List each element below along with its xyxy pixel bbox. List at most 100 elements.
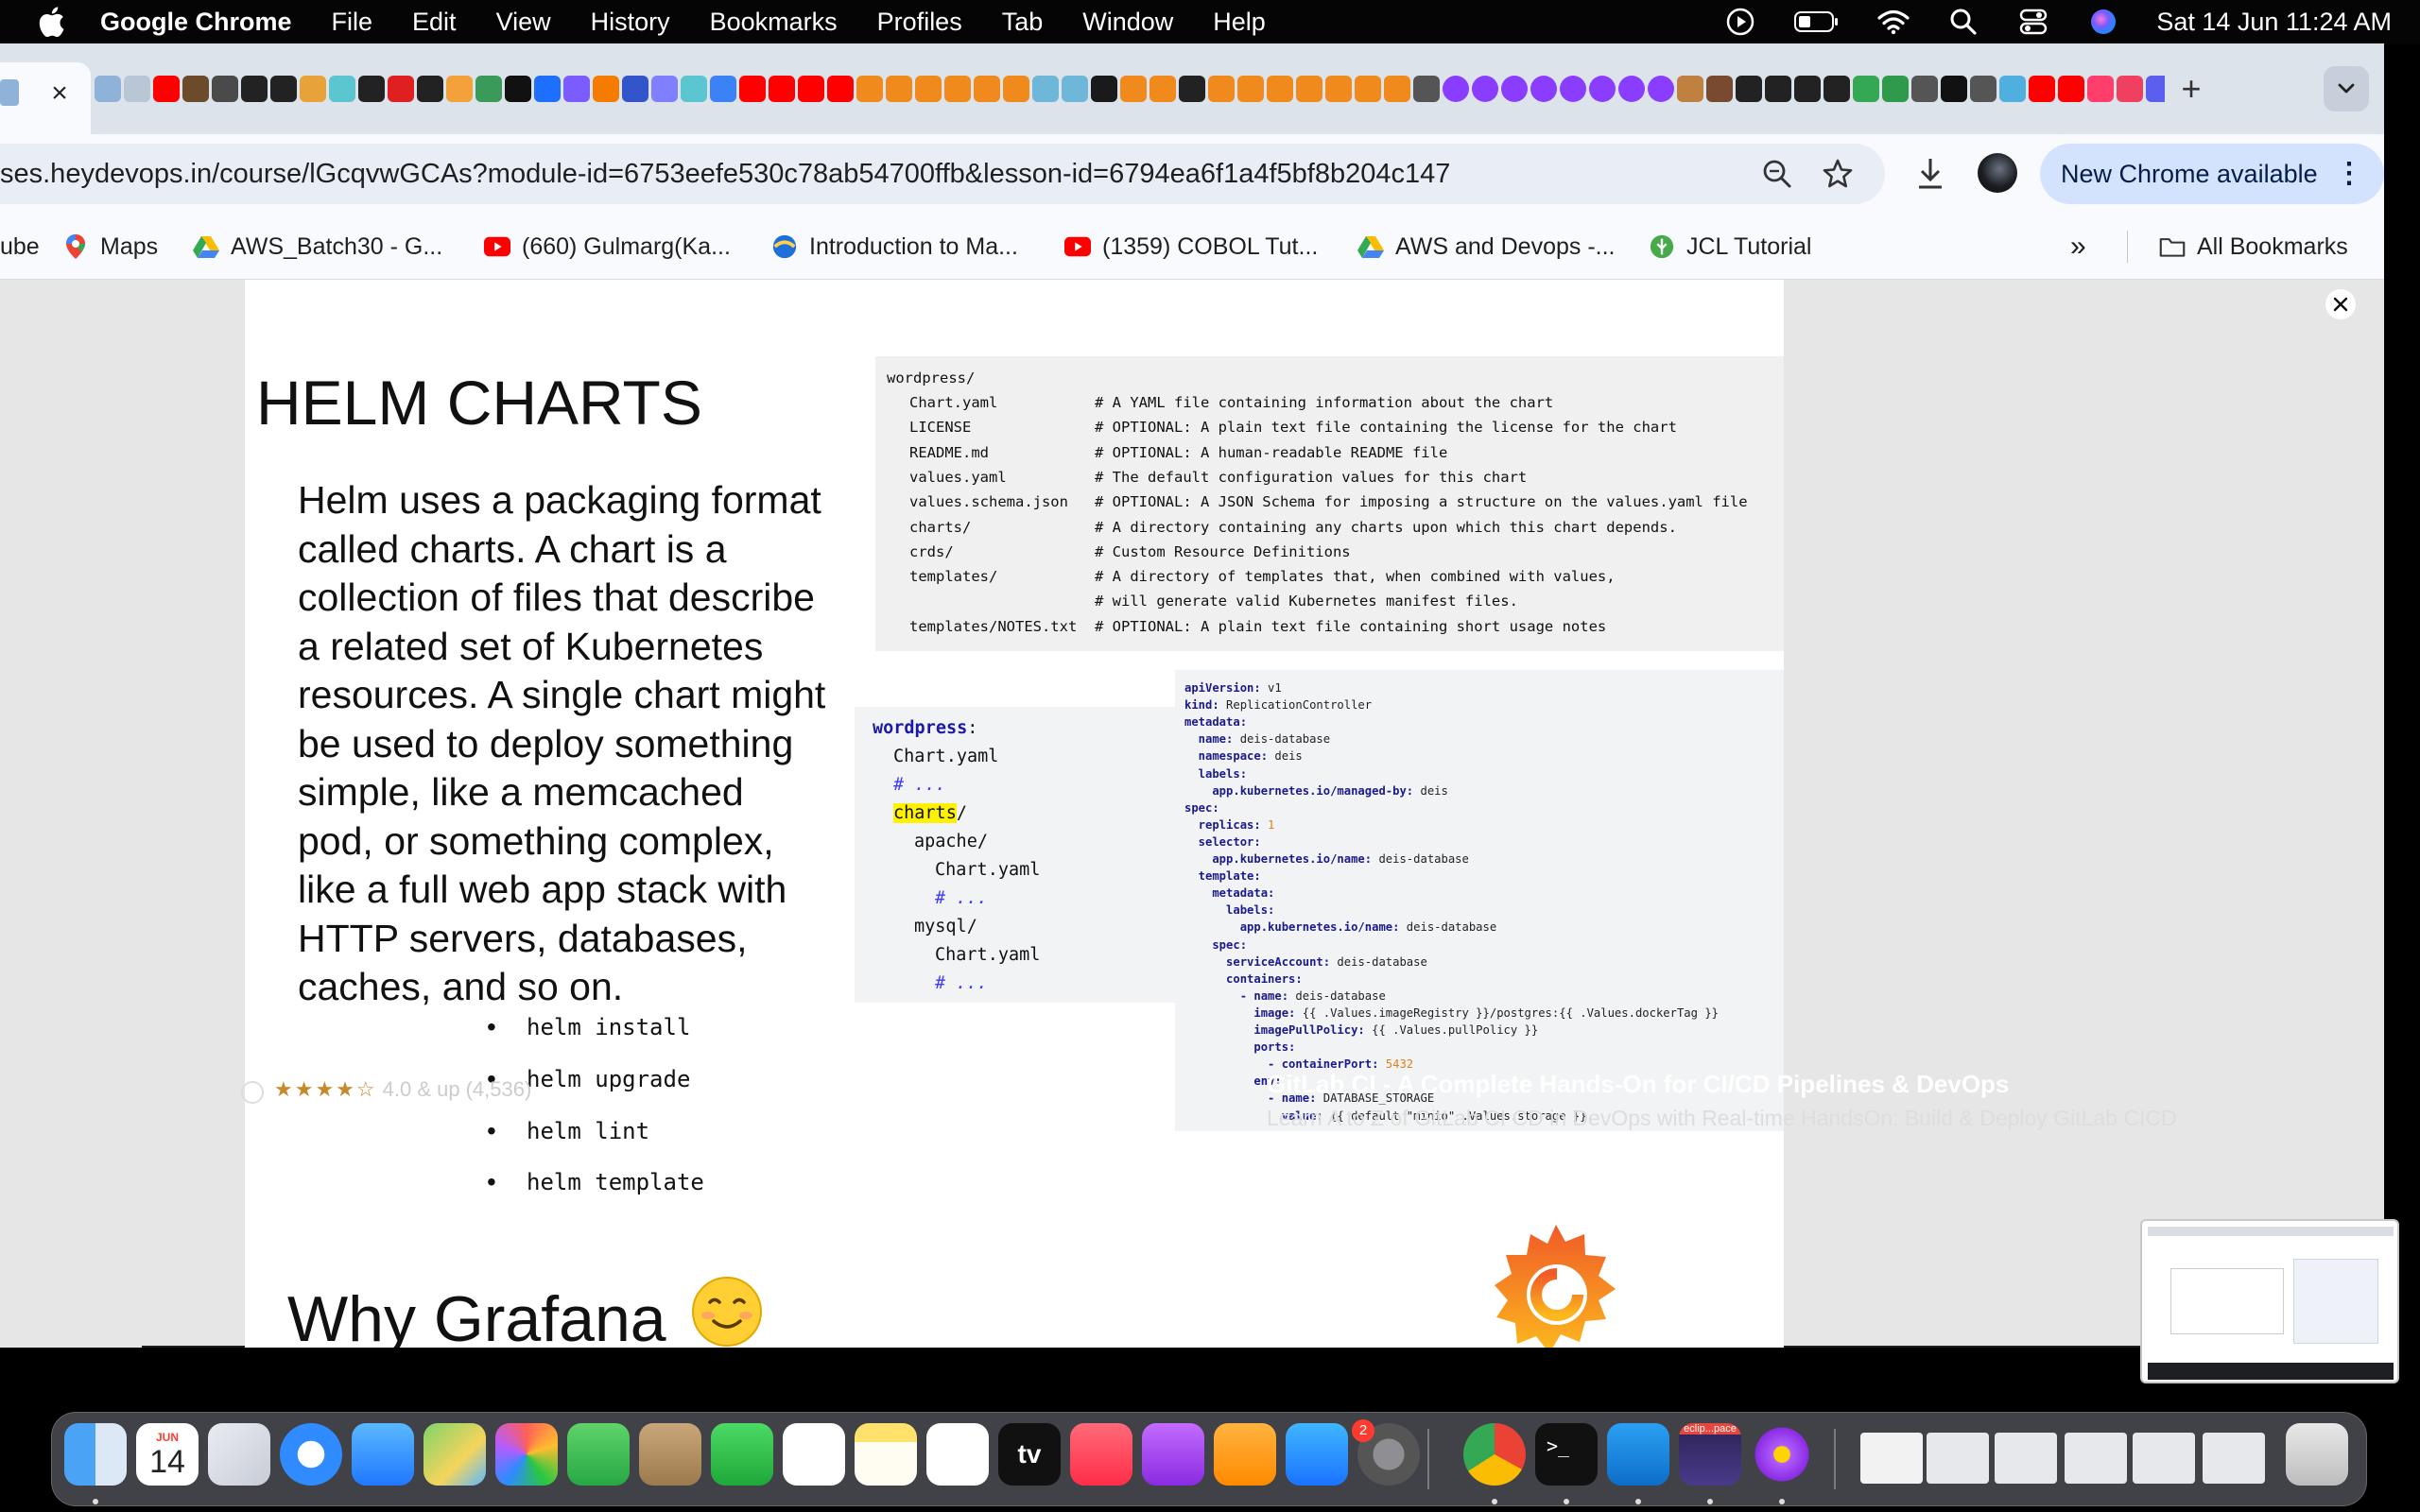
address-bar[interactable]: ses.heydevops.in/course/lGcqvwGCAs?modul… — [0, 144, 1885, 204]
bookmark-item[interactable]: Introduction to Ma... — [771, 231, 1018, 263]
photos-icon[interactable] — [495, 1423, 558, 1486]
pinned-tab-favicon-icon[interactable] — [974, 76, 1000, 102]
menu-view[interactable]: View — [496, 8, 551, 37]
pinned-tab-favicon-icon[interactable] — [1355, 76, 1381, 102]
pinned-tab-favicon-icon[interactable] — [1179, 76, 1205, 102]
close-tab-icon[interactable]: × — [45, 79, 74, 108]
freeform-icon[interactable] — [926, 1423, 989, 1486]
calendar-icon[interactable]: JUN 14 — [136, 1423, 199, 1486]
reminders-icon[interactable] — [783, 1423, 845, 1486]
pinned-tab-favicon-icon[interactable] — [915, 76, 942, 102]
siri-icon[interactable] — [2086, 5, 2120, 39]
window-thumb-icon[interactable] — [2065, 1433, 2127, 1484]
pinned-tab-favicon-icon[interactable] — [651, 76, 678, 102]
pinned-tab-favicon-icon[interactable] — [1824, 76, 1850, 102]
menu-window[interactable]: Window — [1082, 8, 1173, 37]
pinned-tab-favicon-icon[interactable] — [944, 76, 971, 102]
tab-search-button[interactable] — [2324, 66, 2369, 112]
download-icon[interactable] — [1913, 155, 1947, 193]
new-tab-button[interactable]: + — [2172, 70, 2210, 108]
close-lightbox-button[interactable] — [2325, 289, 2356, 319]
pinned-tab-favicon-icon[interactable] — [270, 76, 297, 102]
pinned-tab-favicon-icon[interactable] — [1941, 76, 1967, 102]
rating-filter-radio[interactable] — [241, 1081, 264, 1104]
pinned-tab-favicon-icon[interactable] — [417, 76, 443, 102]
pinned-tab-favicon-icon[interactable] — [182, 76, 209, 102]
maps-icon[interactable] — [424, 1423, 486, 1486]
podcasts-icon[interactable] — [1142, 1423, 1204, 1486]
pinned-tab-favicon-icon[interactable] — [1530, 76, 1557, 102]
kebab-menu-icon[interactable]: ⋮ — [2335, 155, 2363, 193]
pinned-tab-favicon-icon[interactable] — [446, 76, 473, 102]
pinned-tab-favicon-icon[interactable] — [124, 76, 150, 102]
pinned-tab-favicon-icon[interactable] — [1501, 76, 1528, 102]
flower-app-icon[interactable] — [1751, 1423, 1813, 1486]
pinned-tab-favicon-icon[interactable] — [2117, 76, 2143, 102]
app-menu-name[interactable]: Google Chrome — [100, 8, 292, 37]
document-icon[interactable] — [1860, 1433, 1923, 1484]
course-card-title[interactable]: GitLab CI - A Complete Hands-On for CI/C… — [1267, 1070, 2009, 1099]
pinned-tab-favicon-icon[interactable] — [1472, 76, 1498, 102]
pinned-tab-favicon-icon[interactable] — [95, 76, 121, 102]
pinned-tab-favicon-icon[interactable] — [886, 76, 912, 102]
battery-icon[interactable] — [1793, 5, 1841, 39]
pinned-tab-favicon-icon[interactable] — [593, 76, 619, 102]
bookmark-item[interactable]: Maps — [62, 231, 158, 263]
pinned-tab-favicon-icon[interactable] — [1120, 76, 1147, 102]
app-store-icon[interactable] — [1286, 1423, 1348, 1486]
pinned-tab-favicon-icon[interactable] — [1882, 76, 1909, 102]
bookmark-item[interactable]: ube — [0, 231, 40, 263]
pinned-tab-favicon-icon[interactable] — [2029, 76, 2055, 102]
pinned-tab-favicon-icon[interactable] — [681, 76, 707, 102]
safari-icon[interactable] — [280, 1423, 342, 1486]
pinned-tab-favicon-icon[interactable] — [1648, 76, 1674, 102]
pinned-tab-favicon-icon[interactable] — [1853, 76, 1879, 102]
window-thumb-icon[interactable] — [1995, 1433, 2057, 1484]
pinned-tab-favicon-icon[interactable] — [1062, 76, 1088, 102]
pinned-tab-favicon-icon[interactable] — [1999, 76, 2026, 102]
window-thumb-icon[interactable] — [2203, 1433, 2265, 1484]
pinned-tab-favicon-icon[interactable] — [1736, 76, 1762, 102]
pinned-tab-favicon-icon[interactable] — [1677, 76, 1703, 102]
pinned-tab-favicon-icon[interactable] — [2146, 76, 2165, 102]
menu-profiles[interactable]: Profiles — [877, 8, 962, 37]
bookmark-item[interactable]: JCL Tutorial — [1649, 231, 1811, 263]
menu-edit[interactable]: Edit — [412, 8, 457, 37]
vscode-icon[interactable] — [1607, 1423, 1669, 1486]
pinned-tab-favicon-icon[interactable] — [710, 76, 736, 102]
chrome-icon[interactable] — [1463, 1423, 1526, 1486]
pinned-tab-favicon-icon[interactable] — [856, 76, 883, 102]
eclipse-icon[interactable]: eclip...pace — [1679, 1423, 1741, 1486]
pinned-tab-favicon-icon[interactable] — [1794, 76, 1821, 102]
pinned-tab-favicon-icon[interactable] — [1765, 76, 1791, 102]
bookmark-item[interactable]: AWS and Devops -... — [1357, 231, 1616, 263]
pinned-tab-favicon-icon[interactable] — [739, 76, 766, 102]
apple-menu-icon[interactable] — [26, 0, 76, 43]
bookmark-item[interactable]: AWS_Batch30 - G... — [193, 231, 442, 263]
menu-history[interactable]: History — [591, 8, 670, 37]
pinned-tab-favicon-icon[interactable] — [769, 76, 795, 102]
pinned-tab-favicon-icon[interactable] — [1413, 76, 1440, 102]
pinned-tab-favicon-icon[interactable] — [827, 76, 854, 102]
apple-tv-icon[interactable]: tv — [998, 1423, 1061, 1486]
pinned-tab-favicon-icon[interactable] — [212, 76, 238, 102]
pinned-tab-favicon-icon[interactable] — [1208, 76, 1235, 102]
pinned-tab-favicon-icon[interactable] — [563, 76, 590, 102]
active-tab[interactable]: × — [0, 62, 91, 134]
pinned-tab-favicon-icon[interactable] — [1589, 76, 1616, 102]
play-circle-icon[interactable] — [1723, 5, 1757, 39]
pinned-tab-favicon-icon[interactable] — [1091, 76, 1117, 102]
menu-tab[interactable]: Tab — [1002, 8, 1044, 37]
pinned-tab-favicon-icon[interactable] — [798, 76, 824, 102]
pinned-tab-favicon-icon[interactable] — [1003, 76, 1029, 102]
pinned-tab-favicon-icon[interactable] — [1706, 76, 1733, 102]
pinned-tab-favicon-icon[interactable] — [388, 76, 414, 102]
pinned-tab-favicon-icon[interactable] — [505, 76, 531, 102]
more-bookmarks-chevron-icon[interactable]: » — [2070, 231, 2086, 263]
finder-icon[interactable] — [64, 1423, 127, 1486]
zoom-icon[interactable] — [1760, 157, 1794, 191]
bookmark-star-icon[interactable] — [1821, 157, 1855, 191]
numbers-icon[interactable] — [711, 1423, 773, 1486]
rating-filter-label[interactable]: ★★★★☆ 4.0 & up (4,536) — [274, 1077, 531, 1102]
pinned-tab-favicon-icon[interactable] — [2087, 76, 2114, 102]
